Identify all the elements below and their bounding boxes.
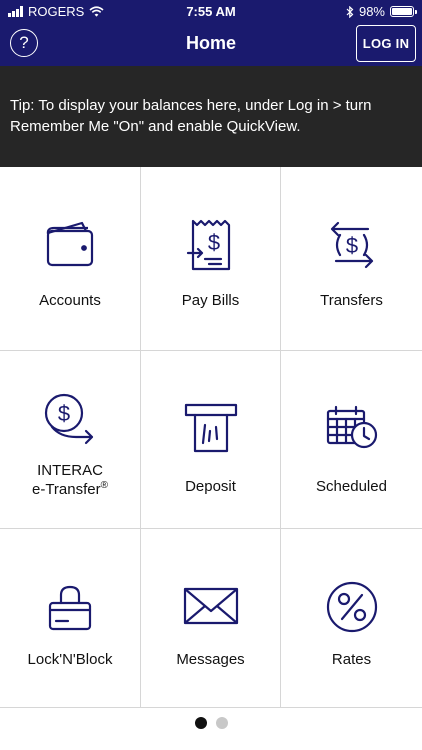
page-indicator xyxy=(0,717,422,729)
tile-label: Messages xyxy=(176,651,245,668)
calendar-clock-icon xyxy=(326,405,377,449)
tile-interac-etransfer[interactable]: $ INTERAC e-Transfer® xyxy=(0,351,141,529)
bill-icon: $ xyxy=(186,219,230,271)
svg-text:$: $ xyxy=(207,230,219,255)
tile-label-line2: e-Transfer® xyxy=(31,480,108,498)
tile-label: Pay Bills xyxy=(181,292,240,309)
status-bar: ROGERS 7:55 AM 98% xyxy=(0,0,422,22)
card-lock-icon xyxy=(48,585,92,631)
tile-label: Accounts xyxy=(39,292,101,309)
tile-messages[interactable]: Messages xyxy=(141,529,281,708)
tile-label-line1: INTERAC xyxy=(37,462,103,479)
tile-rates[interactable]: Rates xyxy=(281,529,422,708)
tile-label: INTERAC e-Transfer® xyxy=(0,463,140,497)
transfer-icon: $ xyxy=(330,221,373,269)
tile-transfers[interactable]: $ Transfers xyxy=(281,167,422,351)
login-button[interactable]: LOG IN xyxy=(356,25,416,62)
nav-bar: ? Home LOG IN xyxy=(0,22,422,66)
tile-label: Deposit xyxy=(185,478,236,495)
tile-accounts[interactable]: Accounts xyxy=(0,167,141,351)
tile-label: Lock'N'Block xyxy=(27,651,113,668)
tile-label: Transfers xyxy=(320,292,383,309)
tile-lock-n-block[interactable]: Lock'N'Block xyxy=(0,529,141,708)
tip-text: Tip: To display your balances here, unde… xyxy=(10,97,372,135)
home-menu-grid: Accounts $ Pay Bills $ Transfers $ INTER… xyxy=(0,167,422,708)
tile-scheduled[interactable]: Scheduled xyxy=(281,351,422,529)
tile-label: Scheduled xyxy=(316,478,387,495)
svg-text:$: $ xyxy=(58,401,70,426)
bluetooth-icon xyxy=(346,5,354,18)
etransfer-icon: $ xyxy=(44,393,94,445)
battery-percent: 98% xyxy=(358,4,385,19)
percent-icon xyxy=(326,581,377,633)
tile-deposit[interactable]: Deposit xyxy=(141,351,281,529)
battery-icon xyxy=(390,6,417,17)
tip-banner: Tip: To display your balances here, unde… xyxy=(0,66,422,167)
svg-text:$: $ xyxy=(345,233,357,258)
tile-pay-bills[interactable]: $ Pay Bills xyxy=(141,167,281,351)
deposit-icon xyxy=(184,403,237,453)
wallet-icon xyxy=(46,221,94,267)
page-dot-1[interactable] xyxy=(194,717,207,729)
page-dot-2[interactable] xyxy=(215,717,228,729)
envelope-icon xyxy=(183,587,238,625)
status-right: 98% xyxy=(346,4,417,19)
registered-mark: ® xyxy=(100,480,108,491)
tile-label: Rates xyxy=(331,651,372,668)
